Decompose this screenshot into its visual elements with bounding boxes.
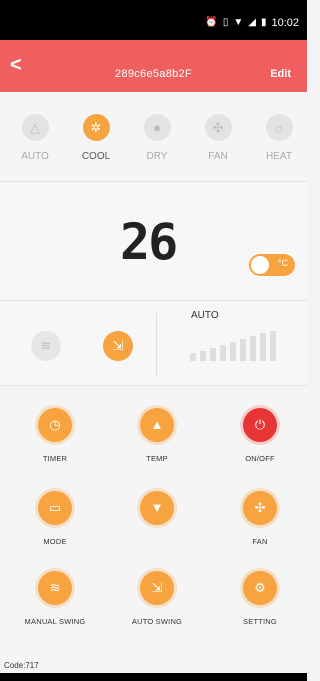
toggle-knob [251,256,269,274]
mode-button[interactable]: ▭ MODE [5,491,105,546]
power-icon: ⏻ [243,408,277,442]
auto-swing-button[interactable]: ⇲ AUTO SWING [107,571,207,626]
temp-down-icon: ▼ [140,491,174,525]
timer-button[interactable]: ◷ TIMER [5,408,105,463]
control-label: MANUAL SWING [24,617,86,626]
signal-icon: ◢ [248,17,256,28]
temp-up-icon: ▲ [140,408,174,442]
fan-speed-bar [240,339,246,361]
mode-label: FAN [208,151,228,162]
auto-swing-icon: ⇲ [140,571,174,605]
droplet-icon: ● [143,114,171,141]
temp-up-button[interactable]: ▲ TEMP [107,408,207,463]
fan-speed-bar [230,342,236,361]
fan-speed-bar [220,345,226,361]
gear-icon: ⚙ [243,571,277,605]
mode-fan[interactable]: ✣ FAN [193,114,243,162]
fan-speed-bar [250,336,256,361]
sun-icon: ☼ [265,114,293,141]
temp-down-button[interactable]: ▼ [107,491,207,537]
mode-heat[interactable]: ☼ HEAT [254,114,304,162]
fan-speed-bar [210,348,216,361]
mode-label: HEAT [266,151,292,162]
battery-icon: ▮ [260,17,267,28]
fan-speed-bars[interactable] [190,331,280,361]
edit-button[interactable]: Edit [270,68,291,80]
auto-icon: △ [21,114,49,141]
mode-label: AUTO [21,151,49,162]
control-grid: ◷ TIMER ▲ TEMP ⏻ ON/OFF ▭ MODE ▼ ✣ FAN ≋… [0,386,307,662]
device-code: Code:717 [4,661,39,670]
manual-swing-icon[interactable]: ≋ [31,331,61,361]
power-button[interactable]: ⏻ ON/OFF [210,408,310,463]
control-label: ON/OFF [245,454,275,463]
status-bar: ⏰ ▯ ▼ ◢ ▮ 10:02 [0,0,307,40]
control-label: TIMER [42,454,68,463]
manual-swing-button[interactable]: ≋ MANUAL SWING [5,571,105,626]
manual-swing-icon: ≋ [38,571,72,605]
setting-button[interactable]: ⚙ SETTING [210,571,310,626]
mode-label: DRY [146,151,168,162]
fan-speed-bar [260,333,266,361]
fan-speed-label: AUTO [191,310,219,321]
unit-toggle[interactable]: °C [249,254,295,276]
auto-swing-icon[interactable]: ⇲ [103,331,133,361]
wifi-icon: ▼ [233,17,244,28]
mode-selector: △ AUTO ✲ COOL ● DRY ✣ FAN ☼ HEAT [0,92,307,182]
alarm-icon: ⏰ [205,17,218,28]
temperature-panel: 26 °C [0,182,307,300]
snowflake-icon: ✲ [82,114,110,141]
fan-panel: ≋ ⇲ AUTO [0,300,307,386]
mode-icon: ▭ [38,491,72,525]
fan-icon: ✣ [243,491,277,525]
control-label: TEMP [146,454,168,463]
status-time: 10:02 [271,17,299,29]
fan-speed-bar [200,351,206,361]
app-header: < 289c6e5a8b2F Edit [0,40,307,92]
control-label: SETTING [243,617,277,626]
control-label: FAN [252,537,268,546]
fan-button[interactable]: ✣ FAN [210,491,310,546]
control-label: MODE [43,537,67,546]
control-label: AUTO SWING [131,617,183,626]
mode-label: COOL [81,151,111,162]
volte-icon: ▯ [222,17,229,28]
mode-auto[interactable]: △ AUTO [10,114,60,162]
status-icons: ⏰ ▯ ▼ ◢ ▮ 10:02 [205,17,299,29]
temperature-display: 26 [120,213,178,271]
system-nav-bar [0,673,307,681]
fan-icon: ✣ [204,114,232,141]
fan-speed-bar [270,331,276,361]
fan-speed-bar [190,353,196,361]
divider [156,313,157,377]
mode-cool[interactable]: ✲ COOL [71,114,121,162]
mode-dry[interactable]: ● DRY [132,114,182,162]
timer-icon: ◷ [38,408,72,442]
device-title: 289c6e5a8b2F [115,68,192,80]
temperature-unit: °C [277,258,288,268]
